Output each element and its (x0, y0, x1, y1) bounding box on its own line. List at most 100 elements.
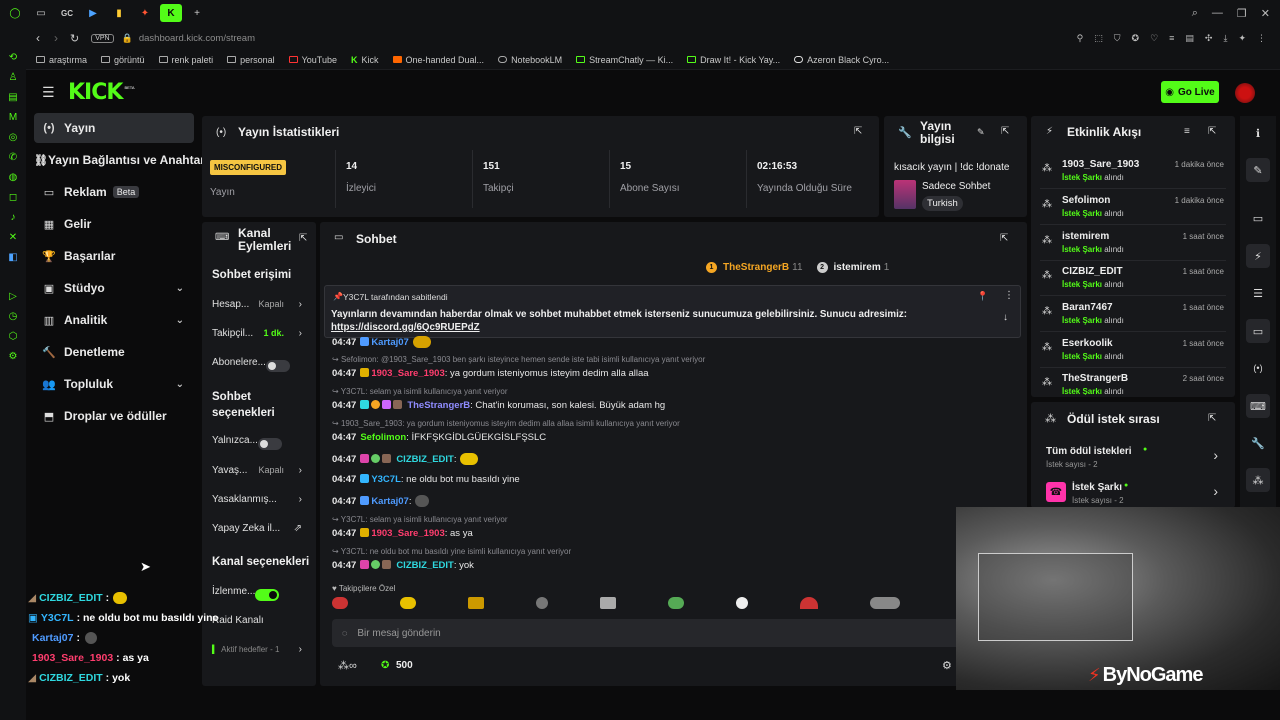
puzzle-icon[interactable]: ✣ (1205, 33, 1213, 44)
followers-only-setting[interactable]: Takipçil... 1 dk. › (212, 323, 306, 343)
nav-yayin[interactable]: (•) Yayın (34, 113, 194, 143)
popout-icon[interactable]: ⇱ (854, 126, 862, 137)
search-icon[interactable]: ⌕ (1192, 7, 1198, 20)
tab-icon[interactable]: ▶ (82, 4, 104, 22)
whatsapp-icon[interactable]: ✆ (9, 152, 17, 163)
settings-icon[interactable]: ⚙ (9, 351, 18, 362)
chat-message[interactable]: 04:47 1903_Sare_1903: as ya (332, 528, 473, 539)
subscribers-only-toggle[interactable] (265, 360, 290, 372)
pinned-link[interactable]: https://discord.gg/6Qc9RUEPdZ (331, 322, 480, 333)
player-icon[interactable]: ▷ (9, 291, 17, 302)
banned-words-setting[interactable]: Yasaklanmış... › (212, 489, 306, 509)
wrench-icon[interactable]: 🔧 (1246, 431, 1270, 455)
list-icon[interactable]: ☰ (1246, 281, 1270, 305)
tab-icon[interactable]: ▭ (30, 4, 52, 22)
account-age-setting[interactable]: Hesap... Kapalı › (212, 294, 306, 314)
activity-item[interactable]: ⁂ Sefolimon İstek Şarkı alındı 1 dakika önc… (1040, 191, 1226, 225)
emote-icon[interactable] (800, 597, 818, 609)
popout-icon[interactable]: ⇱ (1001, 126, 1009, 137)
nav-basarilar[interactable]: 🏆 Başarılar (34, 241, 194, 271)
chat-message[interactable]: 04:47 CIZBIZ_EDIT: yok (332, 560, 474, 571)
heart-icon[interactable]: ♡ (1150, 33, 1158, 44)
bookmark-link[interactable]: StreamChatly — Ki... (576, 55, 673, 65)
loop-icon[interactable]: ⁂∞ (338, 659, 357, 672)
go-live-button[interactable]: ◉ Go Live (1161, 81, 1219, 103)
opera-logo-icon[interactable]: ◯ (4, 4, 26, 22)
message-user[interactable]: 1903_Sare_1903 (371, 368, 444, 379)
reply-context[interactable]: ↪ Y3C7L: selam ya isimli kullanıcıya yan… (332, 387, 508, 396)
vpn-badge[interactable]: VPN (91, 33, 114, 43)
nav-reklam[interactable]: ▭ Reklam Beta (34, 177, 194, 207)
activity-item[interactable]: ⁂ istemirem İstek Şarkı alındı 1 saat önce (1040, 227, 1226, 261)
maximize-icon[interactable]: ❐ (1237, 7, 1247, 20)
emote-only-toggle[interactable] (257, 438, 282, 450)
chat-message[interactable]: 04:47 Kartaj07 (332, 336, 431, 348)
tab-icon[interactable]: ▮ (108, 4, 130, 22)
bookmark-folder[interactable]: araştırma (36, 55, 87, 65)
activity-item[interactable]: ⁂ Baran7467 İstek Şarkı alındı 1 saat önce (1040, 298, 1226, 332)
more-icon[interactable]: ⋮ (1257, 33, 1266, 44)
ai-icon[interactable]: ✦ (1238, 33, 1246, 44)
nav-denetleme[interactable]: 🔨 Denetleme (34, 337, 194, 367)
chat-icon[interactable]: ▭ (1246, 319, 1270, 343)
activity-item[interactable]: ⁂ CIZBIZ_EDIT İstek Şarkı alındı 1 saat önc… (1040, 262, 1226, 296)
reward-icon[interactable]: ⁂ (1246, 468, 1270, 492)
message-user[interactable]: Sefolimon (360, 432, 406, 443)
popout-icon[interactable]: ⇱ (1000, 233, 1008, 244)
message-user[interactable]: CIZBIZ_EDIT (396, 454, 454, 465)
chat-message[interactable]: 04:47 Y3C7L: ne oldu bot mu basıldı yine (332, 474, 520, 485)
extension-icon[interactable]: ✪ (1132, 33, 1140, 44)
more-options-icon[interactable]: ⋮ (1004, 290, 1014, 301)
bookmark-link[interactable]: NotebookLM (498, 55, 562, 65)
emote-icon[interactable] (400, 597, 416, 609)
nav-droplar[interactable]: ⬒ Droplar ve ödüller (34, 401, 194, 431)
message-user[interactable]: Kartaj07 (371, 496, 409, 507)
message-user[interactable]: CIZBIZ_EDIT (396, 560, 454, 571)
minimize-icon[interactable]: — (1212, 7, 1223, 20)
emote-icon[interactable] (536, 597, 548, 609)
sidebar-app-icon[interactable]: M (9, 112, 17, 123)
sidebar-app-icon[interactable]: ⬡ (9, 331, 18, 342)
back-icon[interactable]: ‹ (36, 31, 40, 45)
x-icon[interactable]: ✕ (9, 232, 17, 243)
emote-icon[interactable] (668, 597, 684, 609)
chat-message[interactable]: 04:47 Kartaj07: (332, 495, 430, 507)
reply-context[interactable]: ↪ Y3C7L: ne oldu bot mu basıldı yine isi… (332, 547, 571, 556)
chat-message[interactable]: 04:47 CIZBIZ_EDIT: (332, 453, 479, 465)
edit-icon[interactable]: ✎ (977, 127, 985, 138)
snapshot-icon[interactable]: ⬚ (1094, 33, 1103, 44)
discord-icon[interactable]: ◍ (9, 172, 18, 183)
doc-icon[interactable]: ▤ (1185, 33, 1194, 44)
popout-icon[interactable]: ⇱ (1208, 126, 1216, 137)
history-icon[interactable]: ◷ (9, 311, 18, 322)
watch-party-toggle[interactable] (255, 589, 280, 601)
close-icon[interactable]: ✕ (1261, 7, 1270, 20)
new-tab-icon[interactable]: + (186, 4, 208, 22)
sidebar-app-icon[interactable]: ⟲ (9, 52, 17, 63)
popout-icon[interactable]: ⇱ (299, 233, 307, 244)
nav-gelir[interactable]: ▦ Gelir (34, 209, 194, 239)
nav-topluluk[interactable]: 👥 Topluluk ⌄ (34, 369, 194, 399)
sidebar-app-icon[interactable]: ♙ (9, 72, 18, 83)
bookmark-link[interactable]: Azeron Black Cyro... (794, 55, 889, 65)
bookmark-kick[interactable]: K Kick (351, 55, 379, 65)
reply-context[interactable]: ↪ 1903_Sare_1903: ya gordum isteniyomus … (332, 419, 680, 428)
activity-item[interactable]: ⁂ 1903_Sare_1903 İstek Şarkı alındı 1 dakik… (1040, 155, 1226, 189)
all-rewards-row[interactable]: Tüm ödül istekleri ● İstek sayısı - 2 › (1040, 442, 1226, 472)
message-user[interactable]: Kartaj07 (371, 337, 409, 348)
reload-icon[interactable]: ↻ (70, 32, 79, 45)
emote-icon[interactable] (332, 597, 348, 609)
reply-context[interactable]: ↪ Y3C7L: selam ya isimli kullanıcıya yan… (332, 515, 508, 524)
bookmark-folder[interactable]: renk paleti (158, 55, 213, 65)
avatar[interactable] (1235, 83, 1255, 103)
unpin-icon[interactable]: 📍 (977, 291, 988, 302)
gifter-name[interactable]: TheStrangerB (723, 262, 789, 273)
sidebar-app-icon[interactable]: ◧ (8, 252, 17, 263)
chat-input[interactable]: ◌ Bir mesaj gönderin (332, 619, 1020, 647)
lightning-icon[interactable]: ⚡ (1246, 244, 1270, 268)
shield-icon[interactable]: ⛉ (1114, 33, 1121, 44)
bookmark-folder[interactable]: görüntü (101, 55, 145, 65)
message-user[interactable]: 1903_Sare_1903 (371, 528, 444, 539)
pin-icon[interactable]: ⚲ (1077, 33, 1084, 44)
collapse-arrow-icon[interactable]: ↓ (1003, 312, 1008, 323)
